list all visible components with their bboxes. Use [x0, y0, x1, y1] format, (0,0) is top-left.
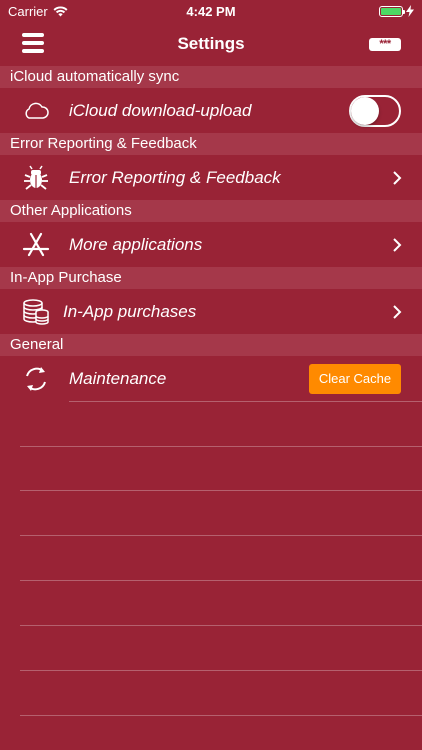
separator — [20, 715, 422, 716]
carrier-label: Carrier — [8, 3, 48, 19]
icloud-sync-row[interactable]: iCloud download-upload — [0, 88, 422, 133]
separator — [69, 401, 422, 402]
charging-bolt-icon — [406, 5, 414, 17]
password-icon: *** — [379, 38, 391, 50]
menu-button[interactable] — [22, 32, 44, 54]
separator — [20, 625, 422, 626]
more-applications-label: More applications — [69, 234, 203, 254]
error-reporting-label: Error Reporting & Feedback — [69, 167, 281, 187]
separator — [20, 580, 422, 581]
icloud-sync-label: iCloud download-upload — [69, 100, 252, 120]
status-bar: Carrier 4:42 PM — [0, 0, 422, 22]
navigation-bar: Settings *** — [0, 22, 422, 66]
coins-icon — [22, 298, 50, 326]
bug-icon — [22, 164, 50, 192]
cloud-icon — [22, 97, 50, 125]
separator — [20, 446, 422, 447]
app-store-icon — [22, 231, 50, 259]
in-app-purchases-label: In-App purchases — [63, 301, 197, 321]
separator — [20, 490, 422, 491]
icloud-sync-toggle[interactable] — [349, 94, 401, 127]
chevron-right-icon — [393, 237, 402, 252]
section-header-other-apps: Other Applications — [0, 200, 422, 222]
menu-icon — [22, 33, 44, 37]
section-header-icloud: iCloud automatically sync — [0, 66, 422, 88]
toggle-knob — [351, 96, 379, 125]
in-app-purchases-row[interactable]: In-App purchases — [0, 289, 422, 334]
section-header-in-app-purchase: In-App Purchase — [0, 267, 422, 289]
password-button[interactable]: *** — [369, 38, 401, 51]
maintenance-row[interactable]: Maintenance Clear Cache — [0, 356, 422, 401]
battery-icon — [379, 5, 405, 17]
maintenance-label: Maintenance — [69, 368, 167, 388]
wifi-icon — [53, 5, 68, 16]
refresh-icon — [22, 365, 50, 393]
separator — [20, 670, 422, 671]
chevron-right-icon — [393, 304, 402, 319]
more-applications-row[interactable]: More applications — [0, 222, 422, 267]
clear-cache-button[interactable]: Clear Cache — [309, 363, 401, 394]
page-title: Settings — [177, 34, 245, 53]
section-header-general: General — [0, 334, 422, 356]
separator — [20, 535, 422, 536]
error-reporting-row[interactable]: Error Reporting & Feedback — [0, 155, 422, 200]
chevron-right-icon — [393, 170, 402, 185]
section-header-error-reporting: Error Reporting & Feedback — [0, 133, 422, 155]
